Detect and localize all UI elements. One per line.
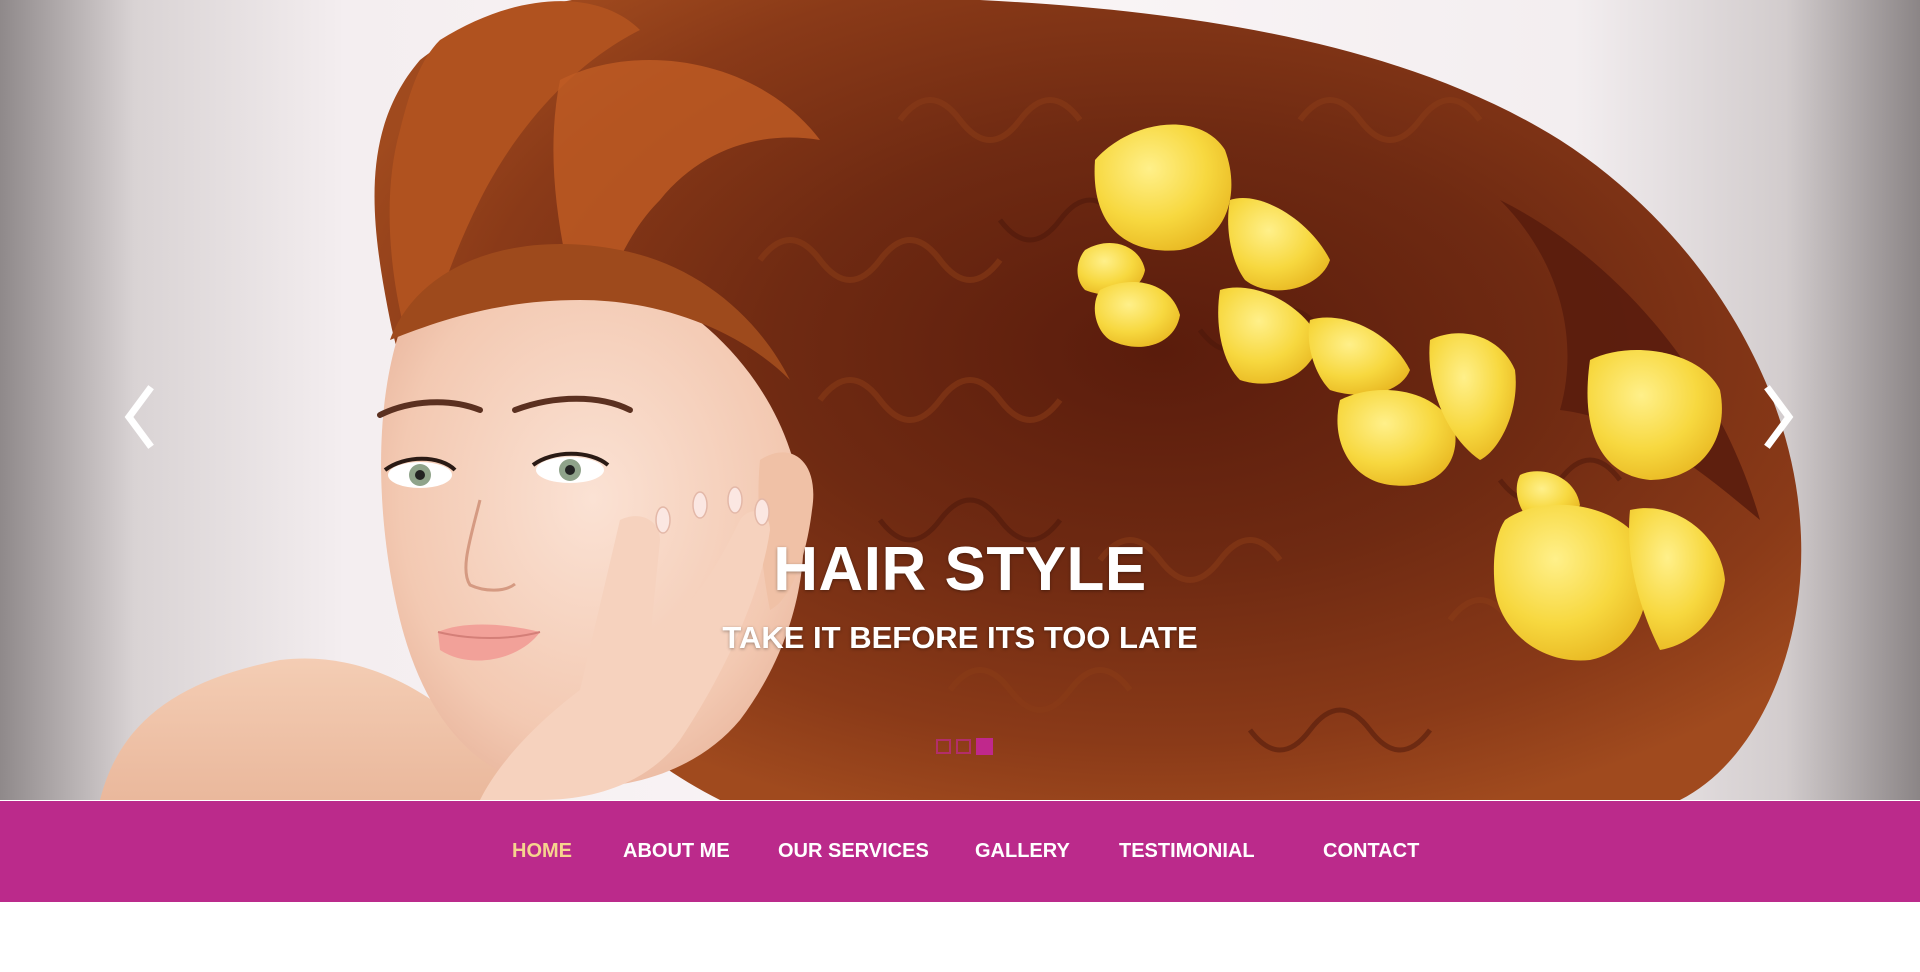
nav-contact[interactable]: CONTACT — [1323, 801, 1419, 902]
slide-subtitle: TAKE IT BEFORE ITS TOO LATE — [722, 620, 1198, 655]
hero-image — [100, 0, 1802, 800]
nav-gallery[interactable]: GALLERY — [975, 801, 1070, 902]
nav-testimonial[interactable]: TESTIMONIAL — [1119, 801, 1255, 902]
slide-indicators — [936, 738, 993, 755]
slide-indicator-1[interactable] — [936, 739, 951, 754]
slide-indicator-2[interactable] — [956, 739, 971, 754]
chevron-left-icon — [124, 385, 154, 449]
slider-prev-button[interactable] — [119, 382, 167, 452]
main-navigation: HOME ABOUT ME OUR SERVICES GALLERY TESTI… — [0, 801, 1920, 902]
hero-slider: HAIR STYLE TAKE IT BEFORE ITS TOO LATE — [0, 0, 1920, 800]
nav-home[interactable]: HOME — [512, 801, 572, 902]
slider-next-button[interactable] — [1751, 382, 1799, 452]
slide-title: HAIR STYLE — [773, 535, 1147, 604]
chevron-right-icon — [1764, 385, 1794, 449]
nav-about-me[interactable]: ABOUT ME — [623, 801, 730, 902]
nav-our-services[interactable]: OUR SERVICES — [778, 801, 929, 902]
slide-indicator-3[interactable] — [976, 738, 993, 755]
